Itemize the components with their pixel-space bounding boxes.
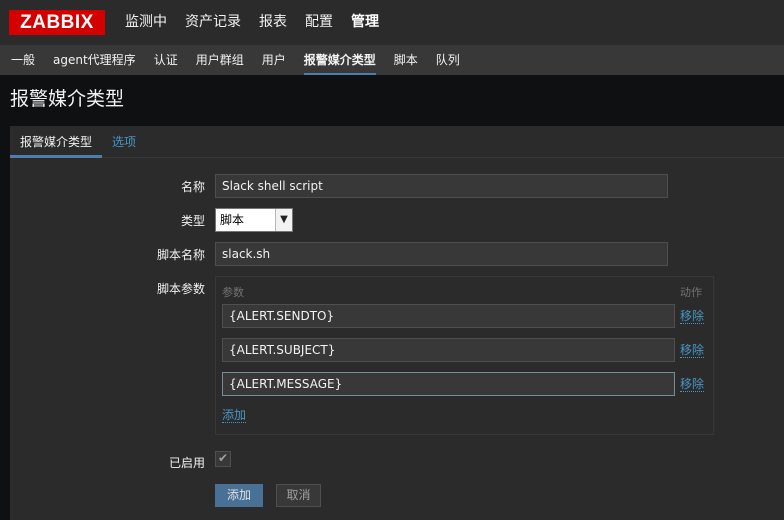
remove-param-link[interactable]: 移除 <box>680 377 705 392</box>
script-name-input[interactable]: slack.sh <box>215 242 668 266</box>
top-menu-inventory[interactable]: 资产记录 <box>176 0 250 45</box>
page-title: 报警媒介类型 <box>10 88 125 110</box>
top-menu-administration[interactable]: 管理 <box>342 0 388 45</box>
form-tabs: 报警媒介类型 选项 <box>10 126 784 158</box>
type-select-value: 脚本 <box>220 213 245 227</box>
sub-menu-authentication[interactable]: 认证 <box>145 45 187 75</box>
tab-options[interactable]: 选项 <box>102 126 146 158</box>
script-params-table: 参数 动作 {ALERT.SENDTO} 移除 {ALERT.SUBJECT} … <box>215 276 714 435</box>
remove-param-link[interactable]: 移除 <box>680 343 705 358</box>
script-name-label: 脚本名称 <box>156 248 205 262</box>
tab-media-type[interactable]: 报警媒介类型 <box>10 126 103 158</box>
sub-menu-user-groups[interactable]: 用户群组 <box>187 45 253 75</box>
cancel-button[interactable]: 取消 <box>276 484 321 507</box>
action-header: 动作 <box>680 286 702 299</box>
add-button[interactable]: 添加 <box>215 484 263 507</box>
param-input[interactable]: {ALERT.SUBJECT} <box>222 338 675 362</box>
add-param-link[interactable]: 添加 <box>222 408 247 423</box>
params-header: 参数 <box>222 286 244 299</box>
sub-menu-queue[interactable]: 队列 <box>427 45 469 75</box>
type-label: 类型 <box>180 214 205 228</box>
enabled-label: 已启用 <box>168 456 205 470</box>
top-nav: ZABBIX 监测中 资产记录 报表 配置 管理 <box>0 0 784 45</box>
sub-menu-scripts[interactable]: 脚本 <box>385 45 427 75</box>
script-params-label: 脚本参数 <box>156 282 205 296</box>
enabled-checkbox[interactable]: ✔ <box>215 451 231 467</box>
name-label: 名称 <box>180 180 205 194</box>
top-menu-monitoring[interactable]: 监测中 <box>116 0 176 45</box>
top-menu: 监测中 资产记录 报表 配置 管理 <box>116 0 388 45</box>
form-panel: 报警媒介类型 选项 名称 Slack shell script 类型 脚本 ▼ … <box>10 126 784 520</box>
param-input[interactable]: {ALERT.SENDTO} <box>222 304 675 328</box>
sub-menu: 一般 agent代理程序 认证 用户群组 用户 报警媒介类型 脚本 队列 <box>2 45 469 75</box>
sub-menu-general[interactable]: 一般 <box>2 45 44 75</box>
type-select[interactable]: 脚本 ▼ <box>215 208 293 232</box>
zabbix-logo[interactable]: ZABBIX <box>9 10 105 35</box>
param-input[interactable]: {ALERT.MESSAGE} <box>222 372 675 396</box>
top-menu-reports[interactable]: 报表 <box>250 0 296 45</box>
sub-nav: 一般 agent代理程序 认证 用户群组 用户 报警媒介类型 脚本 队列 <box>0 45 784 75</box>
remove-param-link[interactable]: 移除 <box>680 309 705 324</box>
sub-menu-users[interactable]: 用户 <box>253 45 295 75</box>
name-input[interactable]: Slack shell script <box>215 174 668 198</box>
top-menu-configuration[interactable]: 配置 <box>296 0 342 45</box>
sub-menu-media-types[interactable]: 报警媒介类型 <box>295 45 385 75</box>
chevron-down-icon[interactable]: ▼ <box>275 209 292 231</box>
check-icon: ✔ <box>218 451 229 465</box>
sub-menu-proxies[interactable]: agent代理程序 <box>44 45 145 75</box>
